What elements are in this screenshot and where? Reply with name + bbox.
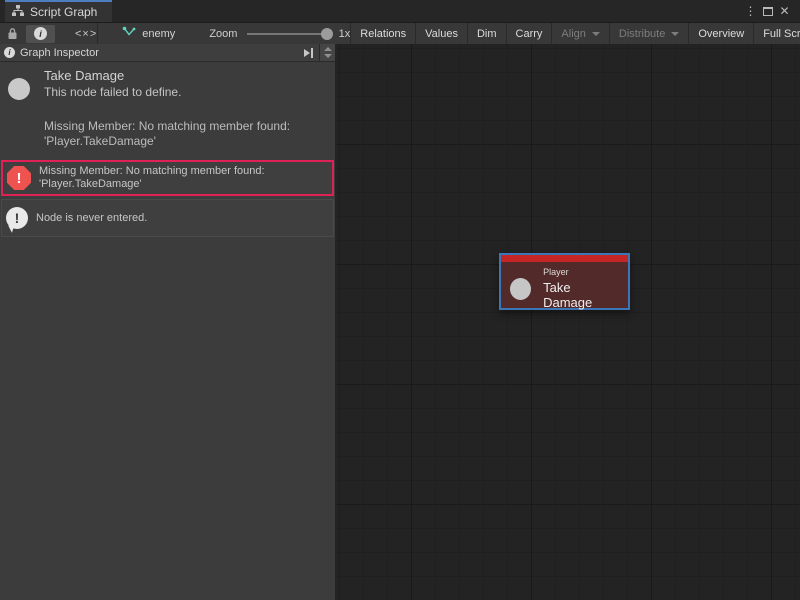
graph-breadcrumb[interactable]: enemy: [142, 28, 175, 40]
graph-inspector-title: Graph Inspector: [20, 47, 99, 59]
dim-code-icon[interactable]: <×>: [75, 28, 97, 40]
inspector-header-controls: [304, 44, 335, 61]
toolbar-breadcrumb-zoom-group: enemy Zoom 1x: [97, 23, 351, 44]
node-summary-title: Take Damage: [44, 68, 325, 84]
node-category: Player: [543, 267, 620, 277]
main-area: i Graph Inspector Take Damage This node …: [0, 44, 800, 600]
error-message-text: Missing Member: No matching member found…: [39, 165, 265, 191]
scroll-down-icon[interactable]: [324, 54, 332, 58]
relations-button[interactable]: Relations: [351, 23, 416, 44]
inspector-toggle-button[interactable]: i: [26, 25, 55, 43]
node-summary: Take Damage This node failed to define. …: [0, 62, 335, 160]
graph-breadcrumb-icon: [122, 26, 136, 41]
tab-bar: Script Graph ⋮ ✕: [0, 0, 800, 22]
node-icon: [510, 278, 531, 300]
node-type-icon: [8, 78, 30, 100]
chevron-down-icon: [592, 32, 600, 36]
info-icon: i: [4, 47, 15, 58]
info-icon: i: [34, 27, 47, 40]
error-message-box: ! Missing Member: No matching member fou…: [1, 160, 334, 196]
full-screen-button[interactable]: Full Screen: [754, 23, 800, 44]
zoom-label: Zoom: [209, 28, 237, 40]
warning-message-text: Node is never entered.: [36, 212, 147, 225]
node-texts: Player Take Damage: [543, 267, 620, 310]
zoom-slider[interactable]: [247, 33, 329, 35]
tab-label: Script Graph: [30, 5, 97, 19]
values-button[interactable]: Values: [416, 23, 468, 44]
warning-icon: !: [6, 207, 28, 229]
error-icon: !: [7, 166, 31, 190]
take-damage-node[interactable]: Player Take Damage: [499, 253, 630, 310]
maximize-icon[interactable]: [759, 0, 776, 22]
script-graph-icon: [12, 5, 24, 19]
node-summary-detail-line2: 'Player.TakeDamage': [44, 134, 325, 148]
zoom-slider-knob[interactable]: [321, 28, 333, 40]
tab-script-graph[interactable]: Script Graph: [5, 0, 112, 22]
zoom-value: 1x: [339, 28, 351, 40]
graph-canvas[interactable]: Player Take Damage: [337, 44, 800, 600]
scroll-up-icon[interactable]: [324, 47, 332, 51]
warning-message-box: ! Node is never entered.: [1, 199, 334, 237]
carry-button[interactable]: Carry: [507, 23, 553, 44]
graph-inspector-header: i Graph Inspector: [0, 44, 335, 62]
panel-scrubber[interactable]: [319, 44, 335, 61]
distribute-button: Distribute: [610, 23, 689, 44]
close-icon[interactable]: ✕: [776, 0, 793, 22]
node-error-strip: [501, 255, 628, 262]
node-summary-subtitle: This node failed to define.: [44, 85, 325, 100]
node-summary-detail-line1: Missing Member: No matching member found…: [44, 119, 325, 133]
inspector-empty-area: [0, 237, 335, 600]
dock-panel-icon[interactable]: [304, 48, 313, 58]
toolbar-buttons: Relations Values Dim Carry Align Distrib…: [351, 23, 800, 44]
node-title: Take Damage: [543, 280, 620, 310]
lock-icon[interactable]: [0, 27, 24, 40]
chevron-down-icon: [671, 32, 679, 36]
graph-inspector-panel: i Graph Inspector Take Damage This node …: [0, 44, 337, 600]
dim-button[interactable]: Dim: [468, 23, 507, 44]
window-menu-icon[interactable]: ⋮: [742, 0, 759, 22]
node-body: Player Take Damage: [501, 262, 628, 316]
window-controls: ⋮ ✕: [742, 0, 800, 22]
toolbar-left-group: i <×>: [0, 23, 97, 44]
align-button: Align: [552, 23, 609, 44]
graph-toolbar: i <×> enemy Zoom 1x Relations Values Dim…: [0, 22, 800, 44]
overview-button[interactable]: Overview: [689, 23, 754, 44]
